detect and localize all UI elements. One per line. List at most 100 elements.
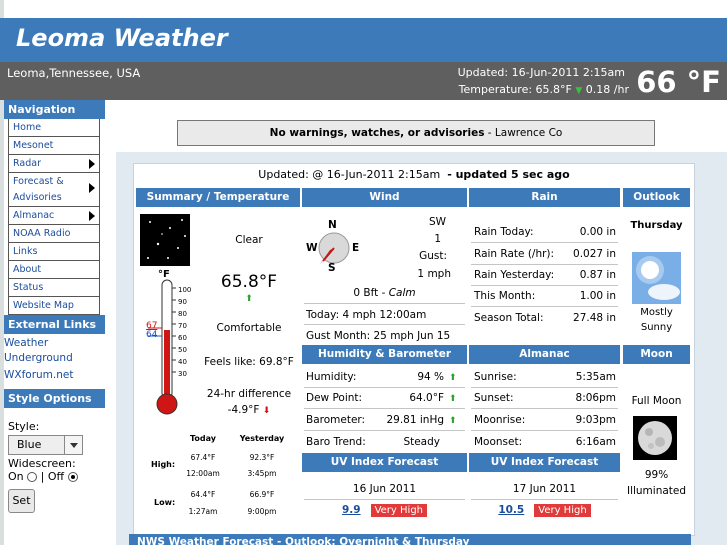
mostly-sunny-icon: [632, 252, 681, 304]
difference-value-row: -4.9°F ⬇: [196, 404, 302, 416]
almanac-heading: Almanac: [469, 345, 620, 364]
trend-down-icon: ⬇: [262, 406, 271, 416]
moon-heading: Moon: [623, 345, 690, 364]
divider: [471, 430, 618, 431]
rain-label: Rain Yesterday:: [474, 269, 555, 281]
summary-heading: Summary / Temperature: [136, 188, 300, 207]
widescreen-off-radio[interactable]: [67, 472, 78, 482]
current-temperature: 65.8°F: [220, 272, 278, 292]
divider: [471, 264, 618, 265]
uv-level-badge-1: Very High: [370, 504, 428, 517]
nav-item-label: Advisories: [13, 192, 62, 203]
low-today-time: 1:27am: [188, 507, 218, 516]
site-title[interactable]: Leoma Weather: [16, 24, 228, 52]
uv-index-link-1[interactable]: 9.9: [342, 504, 361, 516]
temperature-rate: 0.18 /hr: [585, 83, 629, 96]
advisory-text[interactable]: No warnings, watches, or advisories: [270, 127, 485, 139]
sunset-value: 8:06pm: [575, 392, 616, 404]
nav-item-website-map[interactable]: Website Map: [9, 297, 99, 315]
widescreen-options: On | Off: [8, 470, 101, 483]
wind-direction: SW: [428, 216, 446, 228]
style-select[interactable]: Blue: [8, 435, 83, 455]
nav-item-radar[interactable]: Radar: [9, 155, 99, 173]
site-header: Leoma Weather: [0, 18, 727, 62]
divider: [471, 387, 618, 388]
thermometer-icon: [148, 278, 200, 428]
rain-value: 0.00 in: [579, 226, 616, 238]
thermo-scale: 100 90 80 70 60 50 40 30: [178, 284, 191, 380]
widescreen-label: Widescreen:: [8, 457, 76, 470]
sidebar: Navigation Home Mesonet Radar Forecast &…: [4, 100, 105, 545]
gust-value: 1 mph: [417, 268, 451, 280]
high-label: High:: [151, 460, 176, 469]
scale-tick: 80: [178, 310, 187, 318]
divider: [471, 408, 618, 409]
current-conditions-bar: Leoma,Tennessee, USA Updated: 16-Jun-201…: [0, 62, 727, 100]
nav-item-noaa-radio[interactable]: NOAA Radio: [9, 225, 99, 243]
nav-item-links[interactable]: Links: [9, 243, 99, 261]
divider: [304, 408, 465, 409]
humidity-label: Humidity:: [306, 371, 357, 383]
baro-trend-value: Steady: [403, 436, 440, 448]
style-select-value: Blue: [17, 438, 42, 451]
external-links: Weather Underground WXforum.net: [4, 334, 105, 389]
baro-trend-label: Baro Trend:: [306, 436, 366, 448]
scale-tick: 40: [178, 358, 187, 366]
compass-s: S: [328, 262, 336, 274]
trend-up-icon: ▼: [575, 86, 583, 96]
updated-time: Updated: @ 16-Jun-2011 2:15am: [258, 168, 441, 181]
moon-percent: 99%: [644, 469, 669, 481]
nav-item-label: Forecast &: [13, 176, 64, 187]
rain-value: 1.00 in: [579, 290, 616, 302]
widescreen-on-radio[interactable]: [27, 472, 38, 482]
uv-forecast-heading-2: UV Index Forecast: [469, 453, 620, 472]
moon-illuminated: Illuminated: [626, 485, 687, 497]
dewpoint-label: Dew Point:: [306, 392, 363, 404]
humidity-value: 94 %: [417, 371, 444, 383]
nav-item-status[interactable]: Status: [9, 279, 99, 297]
uv-forecast-heading-1: UV Index Forecast: [302, 453, 467, 472]
navigation-menu: Home Mesonet Radar Forecast & Advisories …: [8, 119, 100, 315]
rain-label: Season Total:: [474, 312, 544, 324]
moon-phase: Full Moon: [631, 395, 682, 407]
rain-heading: Rain: [469, 188, 620, 207]
nav-item-label: Almanac: [13, 210, 55, 221]
big-temperature: 66 °F: [636, 65, 721, 99]
trend-up-icon: ⬆: [449, 394, 457, 404]
forecast-bar[interactable]: NWS Weather Forecast - Outlook: Overnigh…: [129, 534, 691, 545]
nav-item-about[interactable]: About: [9, 261, 99, 279]
uv-row-2: 10.5 Very High: [469, 504, 620, 517]
sunrise-label: Sunrise:: [474, 371, 517, 383]
compass-e: E: [352, 242, 360, 254]
high-yesterday-time: 3:45pm: [247, 469, 277, 478]
divider: [304, 499, 465, 500]
comfort-text: Comfortable: [216, 322, 282, 334]
uv-index-link-2[interactable]: 10.5: [498, 504, 524, 516]
nav-item-home[interactable]: Home: [9, 119, 99, 137]
link-weather-underground[interactable]: Weather Underground: [4, 336, 105, 366]
dashboard-panel: Updated: @ 16-Jun-2011 2:15am - updated …: [116, 152, 727, 545]
nav-item-forecast[interactable]: Forecast & Advisories: [9, 173, 99, 207]
humidity-heading: Humidity & Barometer: [302, 345, 467, 364]
outlook-cond-2: Sunny: [640, 322, 673, 333]
style-options-heading: Style Options: [4, 389, 105, 408]
nav-item-label: Radar: [13, 158, 41, 169]
dashboard-updated: Updated: @ 16-Jun-2011 2:15am - updated …: [134, 168, 694, 181]
temperature-line: Temperature: 65.8°F ▼ 0.18 /hr: [459, 83, 629, 96]
rain-value: 0.027 in: [573, 248, 616, 260]
divider: [304, 324, 465, 325]
submenu-arrow-icon: [89, 183, 95, 193]
moonset-label: Moonset:: [474, 436, 523, 448]
nav-item-mesonet[interactable]: Mesonet: [9, 137, 99, 155]
wind-heading: Wind: [302, 188, 467, 207]
rain-label: Rain Rate (/hr):: [474, 248, 555, 260]
external-links-heading: External Links: [4, 315, 105, 334]
link-text: Weather: [4, 337, 49, 349]
set-button[interactable]: Set: [8, 489, 35, 513]
gust-label: Gust:: [419, 250, 447, 262]
high-today: 67.4°F: [190, 453, 216, 462]
full-moon-icon: [633, 416, 677, 460]
link-wxforum[interactable]: WXforum.net: [4, 366, 105, 385]
scale-tick: 90: [178, 298, 187, 306]
nav-item-almanac[interactable]: Almanac: [9, 207, 99, 225]
